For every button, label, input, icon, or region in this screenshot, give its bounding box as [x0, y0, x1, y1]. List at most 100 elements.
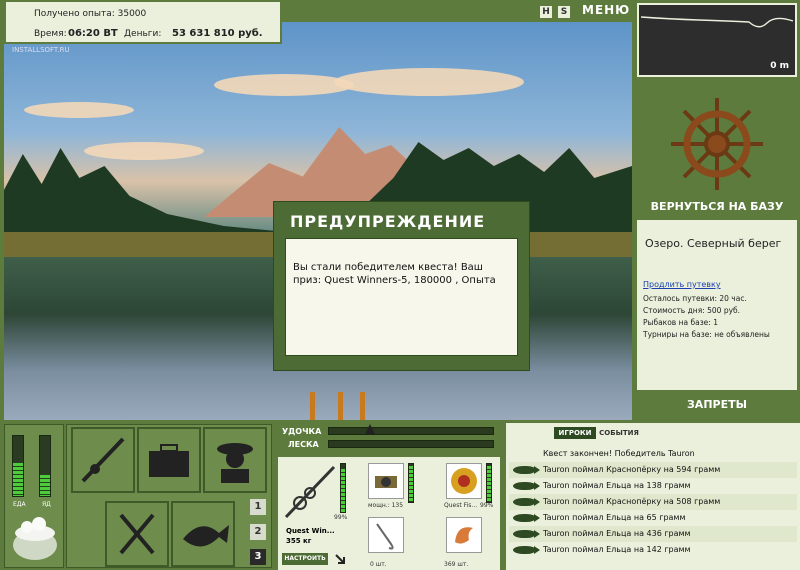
tension-bars: УДОЧКА ЛЕСКА — [278, 423, 500, 453]
time-label: Время: — [34, 29, 67, 39]
dialog-title: ПРЕДУПРЕЖДЕНИЕ — [290, 212, 486, 231]
hook-icon — [376, 523, 394, 550]
fish-icon — [513, 513, 540, 522]
catch-line: Tauron поймал Ельца на 436 грамм — [509, 526, 797, 542]
poison-meter — [39, 435, 51, 497]
rod-wear-percent: 99% — [334, 514, 348, 521]
depth-value: 0 m — [770, 61, 789, 71]
tab-events[interactable]: СОБЫТИЯ — [598, 427, 640, 439]
game-screen: Получено опыта: 35000 Время: 06:20 ВТ Де… — [0, 0, 800, 570]
tackle-panel: 99% Quest Win... 355 кг НАСТРОИТЬ мощн.:… — [278, 457, 500, 570]
needs-panel: ЕДА ЯД — [4, 424, 64, 568]
rods-button[interactable] — [71, 427, 135, 493]
page-2-button[interactable]: 2 — [250, 524, 266, 540]
line-wear-meter — [486, 463, 492, 503]
reel-wear-meter — [408, 463, 414, 503]
events-panel: ИГРОКИ СОБЫТИЯ Квест закончен! Победител… — [506, 423, 800, 570]
line-bar-label: ЛЕСКА — [288, 440, 319, 449]
catch-text: Tauron поймал Ельца на 65 грамм — [543, 513, 686, 522]
tackle-box-button[interactable] — [137, 427, 201, 493]
fisherman-button[interactable] — [203, 427, 267, 493]
catch-text: Tauron поймал Краснопёрку на 594 грамм — [543, 465, 721, 474]
rod-icon — [81, 437, 125, 483]
fish-icon — [513, 497, 540, 506]
line-tension-bar — [328, 440, 494, 448]
time-value: 06:20 ВТ — [68, 28, 118, 39]
fish-cage-button[interactable] — [171, 501, 235, 567]
permit-line: Рыбаков на базе: 1 — [643, 318, 718, 327]
cloud — [214, 74, 354, 96]
line-wear-percent: 99% — [480, 502, 494, 509]
rod-in-stand[interactable] — [310, 392, 315, 420]
catch-line: Tauron поймал Ельца на 138 грамм — [509, 478, 797, 494]
tackle-box-icon — [149, 444, 189, 477]
permit-details: Осталось путевки: 20 час. Стоимость дня:… — [643, 293, 770, 341]
permit-line: Турниры на базе: не объявлены — [643, 330, 770, 339]
catch-text: Tauron поймал Ельца на 142 грамм — [543, 545, 691, 554]
fish-icon — [513, 545, 540, 554]
actions-panel — [66, 424, 272, 568]
food-meter — [12, 435, 24, 497]
event-line: Квест закончен! Победитель Tauron — [543, 449, 695, 458]
exp-row: Получено опыта: 35000 — [34, 9, 146, 19]
configure-button[interactable]: НАСТРОИТЬ — [282, 553, 328, 565]
hook-count: 0 шт. — [370, 561, 387, 568]
sound-icon[interactable]: S — [558, 6, 570, 18]
help-icon[interactable]: H — [540, 6, 552, 18]
bait-count: 369 шт. — [444, 561, 469, 568]
rod-in-stand[interactable] — [360, 392, 365, 420]
fish-icon — [513, 465, 540, 474]
pot-icon[interactable] — [9, 511, 61, 563]
tab-players[interactable]: ИГРОКИ — [554, 427, 596, 439]
catch-line: Tauron поймал Ельца на 65 грамм — [509, 510, 797, 526]
rod-name: Quest Win... — [286, 527, 335, 535]
depth-profile: 0 m — [637, 3, 797, 77]
reel-icon — [375, 476, 397, 488]
catch-line: Tauron поймал Краснопёрку на 508 грамм — [509, 494, 797, 510]
bait-slot[interactable] — [446, 517, 482, 553]
permit-line: Стоимость дня: 500 руб. — [643, 306, 741, 315]
money-label: Деньги: — [124, 29, 162, 39]
food-label: ЕДА — [13, 501, 26, 508]
return-to-base-button[interactable]: ВЕРНУТЬСЯ НА БАЗУ — [637, 200, 797, 213]
fish-icon — [513, 529, 540, 538]
rod-wear-meter — [340, 463, 346, 513]
fork-knife-icon — [119, 513, 155, 555]
catch-text: Tauron поймал Ельца на 436 грамм — [543, 529, 691, 538]
catch-line: Tauron поймал Ельца на 142 грамм — [509, 542, 797, 558]
tension-marker-icon — [365, 424, 375, 434]
line-name: Quest Fis... — [444, 502, 478, 509]
catch-line: Tauron поймал Краснопёрку на 594 грамм — [509, 462, 797, 478]
catch-text: Tauron поймал Ельца на 138 грамм — [543, 481, 691, 490]
status-panel: Получено опыта: 35000 Время: 06:20 ВТ Де… — [4, 0, 282, 44]
line-spool-icon — [451, 468, 477, 494]
rod-tension-bar — [328, 427, 494, 435]
page-1-button[interactable]: 1 — [250, 499, 266, 515]
exp-value: 35000 — [117, 9, 147, 19]
rod-in-stand[interactable] — [338, 392, 343, 420]
location-info: Озеро. Северный берег Продлить путевку О… — [637, 220, 797, 390]
reel-slot[interactable] — [368, 463, 404, 499]
permit-line: Осталось путевки: 20 час. — [643, 294, 747, 303]
menu-button[interactable]: МЕНЮ — [582, 3, 630, 17]
hook-slot[interactable] — [368, 517, 404, 553]
rod-weight: 355 кг — [286, 537, 312, 545]
fish-icon — [183, 525, 229, 547]
arrow-down-right-icon[interactable] — [334, 553, 346, 565]
food-button[interactable] — [105, 501, 169, 567]
location-name: Озеро. Северный берег — [645, 237, 782, 250]
ship-wheel-icon[interactable] — [637, 84, 797, 198]
cloud — [84, 142, 204, 160]
watermark: INSTALLSOFT.RU — [12, 46, 70, 54]
cloud — [334, 68, 524, 96]
poison-label: ЯД — [42, 501, 51, 508]
dialog-message[interactable]: Вы стали победителем квеста! Ваш приз: Q… — [285, 238, 518, 356]
extend-permit-link[interactable]: Продлить путевку — [643, 280, 721, 289]
shrimp-bait-icon — [455, 527, 473, 544]
page-3-button[interactable]: 3 — [250, 549, 266, 565]
line-slot[interactable] — [446, 463, 482, 499]
bans-button[interactable]: ЗАПРЕТЫ — [637, 390, 797, 420]
rod-reel-icon[interactable] — [282, 463, 338, 523]
exp-label: Получено опыта: — [34, 9, 115, 19]
base-wheel-area — [637, 84, 797, 218]
